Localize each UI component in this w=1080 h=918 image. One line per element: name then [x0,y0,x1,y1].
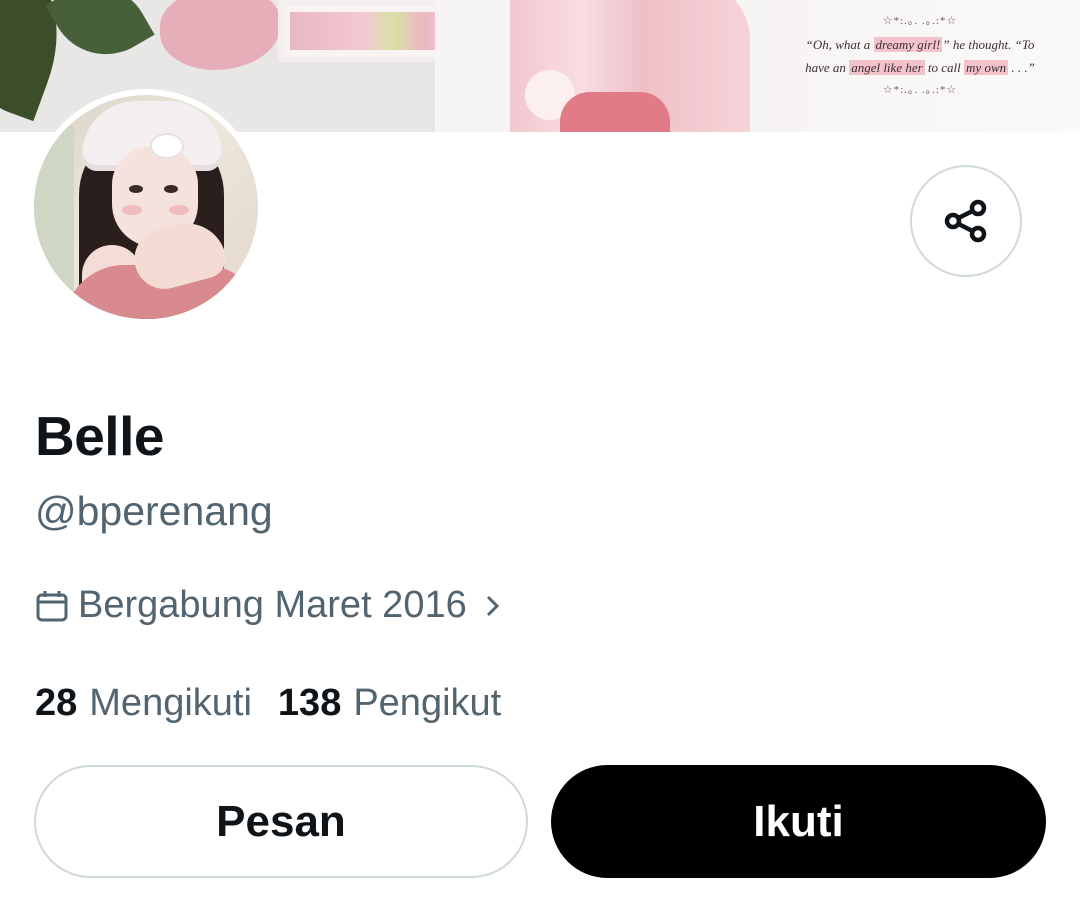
profile-handle: @bperenang [35,488,273,534]
calendar-icon [36,590,68,621]
follow-stats: 28 Mengikuti 138 Pengikut [35,682,501,725]
share-icon [944,199,987,243]
profile-name: Belle [35,405,164,467]
follow-button[interactable]: Ikuti [551,765,1046,878]
share-button[interactable] [910,165,1022,277]
banner-illustration-sleeve [560,92,670,132]
banner-quote-stars-top: ☆*:.｡. .｡.:*☆ [882,15,958,27]
followers-count: 138 [277,682,342,724]
following-label: Mengikuti [89,682,252,724]
chevron-right-icon [486,595,499,616]
following-link[interactable]: 28 Mengikuti [35,682,252,725]
joined-date-row[interactable]: Bergabung Maret 2016 [35,584,505,627]
avatar-photo [34,95,258,319]
joined-date: Bergabung Maret 2016 [78,584,467,626]
banner-quote: ☆*:.｡. .｡.:*☆ “Oh, what a dreamy girl!” … [770,10,1070,102]
avatar[interactable] [28,89,264,325]
banner-quote-stars-bottom: ☆*:.｡. .｡.:*☆ [882,84,958,96]
banner-card [435,0,515,132]
following-count: 28 [35,682,78,724]
message-button[interactable]: Pesan [34,765,528,878]
followers-link[interactable]: 138 Pengikut [278,682,501,725]
followers-label: Pengikut [353,682,502,724]
